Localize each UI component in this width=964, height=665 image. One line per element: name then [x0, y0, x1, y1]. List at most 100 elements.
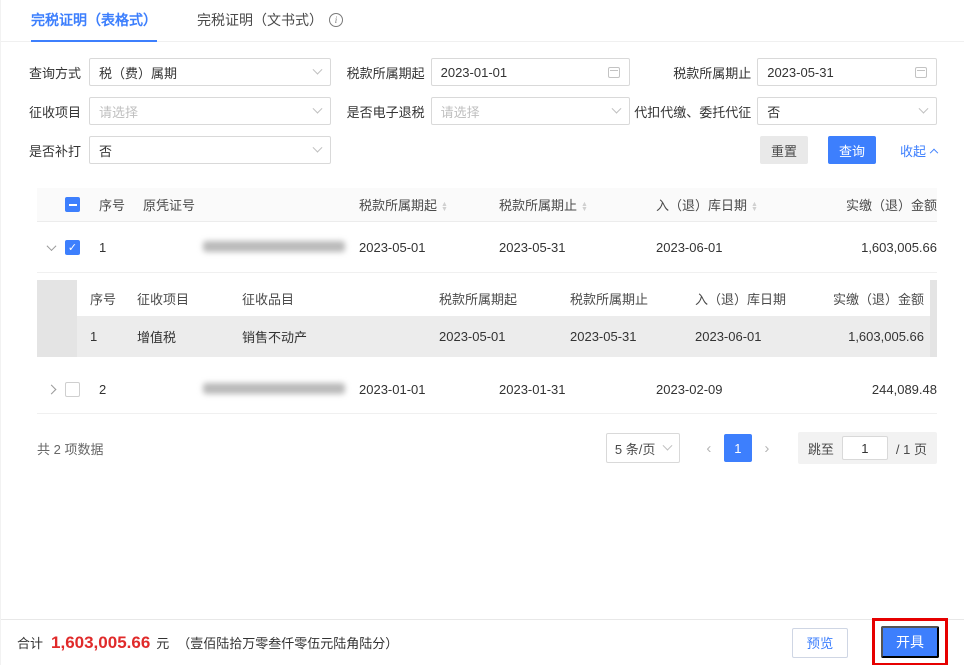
filter-row-1: 查询方式 税（费）属期 税款所属期起 2023-01-01 税款所属期止 202… [29, 58, 937, 86]
total-unit: 元 [156, 633, 169, 652]
tab-document-format-label: 完税证明（文书式） [197, 10, 323, 30]
subtable-header-row: 序号 征收项目 征收品目 税款所属期起 税款所属期止 入（退）库日期 实缴（退）… [77, 280, 930, 316]
row-period-end: 2023-01-31 [495, 382, 641, 397]
tab-document-format[interactable]: 完税证明（文书式） i [197, 0, 343, 42]
sort-icon[interactable]: ▲▼ [581, 202, 588, 212]
row-period-start: 2023-01-01 [353, 382, 495, 397]
reset-button[interactable]: 重置 [760, 136, 808, 164]
sort-icon[interactable]: ▲▼ [441, 202, 448, 212]
row-amount: 1,603,005.66 [803, 240, 937, 255]
jump-label: 跳至 [808, 439, 834, 458]
tab-table-format[interactable]: 完税证明（表格式） [31, 0, 157, 42]
withholding-select[interactable]: 否 [757, 97, 937, 125]
period-start-label: 税款所属期起 [337, 63, 425, 82]
redacted-voucher-number [203, 241, 345, 252]
row-period-end: 2023-05-31 [495, 240, 641, 255]
query-mode-select[interactable]: 税（费）属期 [89, 58, 331, 86]
sub-row-period-start: 2023-05-01 [427, 329, 562, 344]
levy-item-placeholder: 请选择 [99, 102, 138, 121]
jump-page-input[interactable] [842, 436, 888, 460]
chevron-down-icon [312, 103, 322, 113]
filter-row-2: 征收项目 请选择 是否电子退税 请选择 代扣代缴、委托代征 否 [29, 97, 937, 125]
filter-buttons: 重置 查询 收起 [760, 136, 937, 164]
subtable-right-gutter [930, 280, 937, 357]
filter-row-3: 是否补打 否 重置 查询 收起 [29, 136, 937, 164]
sub-header-period-end: 税款所属期止 [562, 289, 687, 308]
unchecked-checkbox-icon [65, 382, 80, 397]
reprint-select[interactable]: 否 [89, 136, 331, 164]
next-page-button[interactable]: › [752, 440, 782, 457]
sub-header-period-start: 税款所属期起 [427, 289, 562, 308]
page-count-text: / 1 页 [896, 439, 927, 458]
sub-header-amount: 实缴（退）金额 [812, 289, 930, 308]
page-size-value: 5 条/页 [615, 439, 655, 458]
table-row: ✓ 1 2023-05-01 2023-05-31 2023-06-01 1,6… [37, 222, 937, 273]
action-buttons: 预览 开具 [792, 626, 948, 660]
query-mode-value: 税（费）属期 [99, 63, 177, 82]
total-items-text: 共 2 项数据 [37, 439, 103, 458]
list-footer: 共 2 项数据 5 条/页 ‹ 1 › 跳至 / 1 页 [37, 432, 937, 464]
sub-header-levy-item: 征收项目 [137, 289, 242, 308]
collapse-link[interactable]: 收起 [900, 141, 937, 160]
e-refund-label: 是否电子退税 [337, 102, 425, 121]
chevron-down-icon [919, 103, 929, 113]
header-storage-date: 入（退）库日期 ▲▼ [641, 195, 803, 214]
row-checkbox[interactable] [65, 382, 95, 397]
prev-page-button[interactable]: ‹ [694, 440, 724, 457]
table-header-row: 序号 原凭证号 税款所属期起▲▼ 税款所属期止▲▼ 入（退）库日期▲▼ 实缴（退… [37, 188, 937, 222]
preview-button[interactable]: 预览 [792, 628, 848, 658]
header-voucher: 原凭证号 [143, 195, 353, 214]
indeterminate-checkbox-icon [65, 197, 80, 212]
levy-item-label: 征收项目 [29, 102, 81, 121]
subtable-left-gutter [37, 280, 77, 357]
row-storage-date: 2023-02-09 [641, 382, 803, 397]
period-start-datepicker[interactable]: 2023-01-01 [431, 58, 631, 86]
page-size-select[interactable]: 5 条/页 [606, 433, 680, 463]
period-end-value: 2023-05-31 [767, 65, 834, 80]
e-refund-placeholder: 请选择 [441, 102, 480, 121]
pagination: 5 条/页 ‹ 1 › 跳至 / 1 页 [606, 432, 937, 464]
sub-header-storage-date: 入（退）库日期 [687, 289, 812, 308]
row-seq: 2 [95, 382, 143, 397]
filter-form: 查询方式 税（费）属期 税款所属期起 2023-01-01 税款所属期止 202… [1, 42, 964, 164]
tab-bar: 完税证明（表格式） 完税证明（文书式） i [1, 0, 964, 42]
sort-icon[interactable]: ▲▼ [751, 202, 758, 212]
chevron-down-icon [313, 142, 323, 152]
calendar-icon [608, 67, 620, 78]
header-period-end: 税款所属期止 ▲▼ [495, 195, 641, 214]
withholding-value: 否 [767, 102, 780, 121]
header-period-start-label: 税款所属期起 [359, 198, 437, 213]
info-icon[interactable]: i [329, 13, 343, 27]
header-period-end-label: 税款所属期止 [499, 198, 577, 213]
amount-in-words: （壹佰陆拾万零叁仟零伍元陆角陆分） [177, 633, 398, 652]
sub-header-levy-sub-item: 征收品目 [242, 289, 427, 308]
bottom-action-bar: 合计 1,603,005.66 元 （壹佰陆拾万零叁仟零伍元陆角陆分） 预览 开… [1, 619, 964, 665]
row-voucher [143, 382, 353, 397]
header-storage-date-label: 入（退）库日期 [656, 198, 747, 213]
levy-item-select[interactable]: 请选择 [89, 97, 331, 125]
subtable-main: 序号 征收项目 征收品目 税款所属期起 税款所属期止 入（退）库日期 实缴（退）… [77, 280, 930, 357]
current-page-button[interactable]: 1 [724, 434, 752, 462]
issue-button[interactable]: 开具 [881, 626, 939, 658]
row-voucher [143, 240, 353, 255]
select-all-checkbox[interactable] [65, 197, 95, 212]
sub-row-period-end: 2023-05-31 [562, 329, 687, 344]
search-button[interactable]: 查询 [828, 136, 876, 164]
row-expand-toggle[interactable] [37, 244, 65, 251]
collapse-label: 收起 [900, 141, 926, 160]
total-label: 合计 [17, 633, 43, 652]
period-start-value: 2023-01-01 [441, 65, 508, 80]
table-row: 2 2023-01-01 2023-01-31 2023-02-09 244,0… [37, 366, 937, 414]
row-storage-date: 2023-06-01 [641, 240, 803, 255]
calendar-icon [915, 67, 927, 78]
period-end-datepicker[interactable]: 2023-05-31 [757, 58, 937, 86]
detail-subtable: 序号 征收项目 征收品目 税款所属期起 税款所属期止 入（退）库日期 实缴（退）… [37, 280, 937, 357]
row-checkbox[interactable]: ✓ [65, 240, 95, 255]
row-period-start: 2023-05-01 [353, 240, 495, 255]
sub-row-amount: 1,603,005.66 [812, 329, 930, 344]
red-highlight-box: 开具 [872, 618, 948, 665]
sub-row-seq: 1 [77, 329, 137, 344]
row-expand-toggle[interactable] [37, 386, 65, 393]
e-refund-select[interactable]: 请选择 [431, 97, 631, 125]
sub-row-levy-item: 增值税 [137, 327, 242, 346]
